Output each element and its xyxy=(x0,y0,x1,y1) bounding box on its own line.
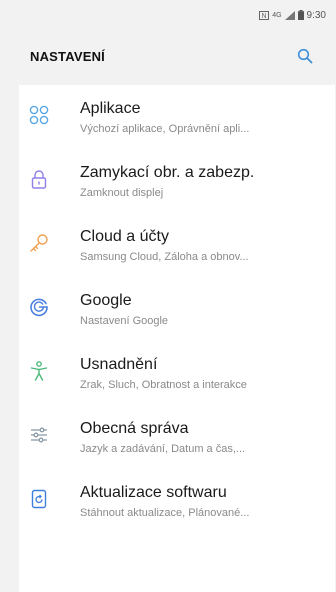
search-icon xyxy=(297,48,313,64)
nfc-icon: N xyxy=(259,10,270,20)
settings-item-summary: Jazyk a zadávání, Datum a čas,... xyxy=(80,443,246,455)
settings-item-summary: Samsung Cloud, Záloha a obnov... xyxy=(80,251,249,263)
settings-screen: N 4G 9:30 NASTAVENÍ Aplikace Výchozí apl… xyxy=(0,0,336,592)
search-button[interactable] xyxy=(294,45,316,67)
settings-item-label: Google xyxy=(80,292,132,309)
battery-icon xyxy=(297,10,304,20)
lock-icon xyxy=(27,167,51,191)
settings-item-apps[interactable]: Aplikace Výchozí aplikace, Oprávnění apl… xyxy=(19,85,335,149)
settings-item-summary: Výchozí aplikace, Oprávnění apli... xyxy=(80,123,250,135)
settings-list: Aplikace Výchozí aplikace, Oprávnění apl… xyxy=(19,85,335,592)
settings-item-label: Cloud a účty xyxy=(80,228,169,245)
settings-item-label: Zamykací obr. a zabezp. xyxy=(80,164,255,181)
clock: 9:30 xyxy=(306,9,326,21)
signal-icon xyxy=(284,10,295,20)
google-icon xyxy=(27,295,51,319)
sliders-icon xyxy=(27,423,51,447)
settings-item-lockscreen[interactable]: Zamykací obr. a zabezp. Zamknout displej xyxy=(19,149,335,213)
settings-item-google[interactable]: Google Nastavení Google xyxy=(19,277,335,341)
app-header: NASTAVENÍ xyxy=(0,30,336,82)
settings-item-general-management[interactable]: Obecná správa Jazyk a zadávání, Datum a … xyxy=(19,405,335,469)
settings-item-label: Obecná správa xyxy=(80,420,189,437)
key-icon xyxy=(27,231,51,255)
accessibility-icon xyxy=(27,359,51,383)
settings-item-summary: Nastavení Google xyxy=(80,315,169,327)
svg-text:N: N xyxy=(262,13,267,20)
settings-item-software-update[interactable]: Aktualizace softwaru Stáhnout aktualizac… xyxy=(19,469,335,533)
settings-item-accessibility[interactable]: Usnadnění Zrak, Sluch, Obratnost a inter… xyxy=(19,341,335,405)
settings-item-summary: Zamknout displej xyxy=(80,187,164,199)
settings-item-cloud-accounts[interactable]: Cloud a účty Samsung Cloud, Záloha a obn… xyxy=(19,213,335,277)
settings-item-label: Usnadnění xyxy=(80,356,158,373)
network-type-label: 4G xyxy=(272,11,282,19)
settings-item-label: Aktualizace softwaru xyxy=(80,484,227,501)
settings-item-summary: Zrak, Sluch, Obratnost a interakce xyxy=(80,379,247,391)
software-update-icon xyxy=(27,487,51,511)
apps-grid-icon xyxy=(27,103,51,127)
page-title: NASTAVENÍ xyxy=(30,48,105,64)
settings-item-summary: Stáhnout aktualizace, Plánované... xyxy=(80,507,250,519)
settings-item-label: Aplikace xyxy=(80,100,141,117)
status-bar: N 4G 9:30 xyxy=(0,0,336,30)
